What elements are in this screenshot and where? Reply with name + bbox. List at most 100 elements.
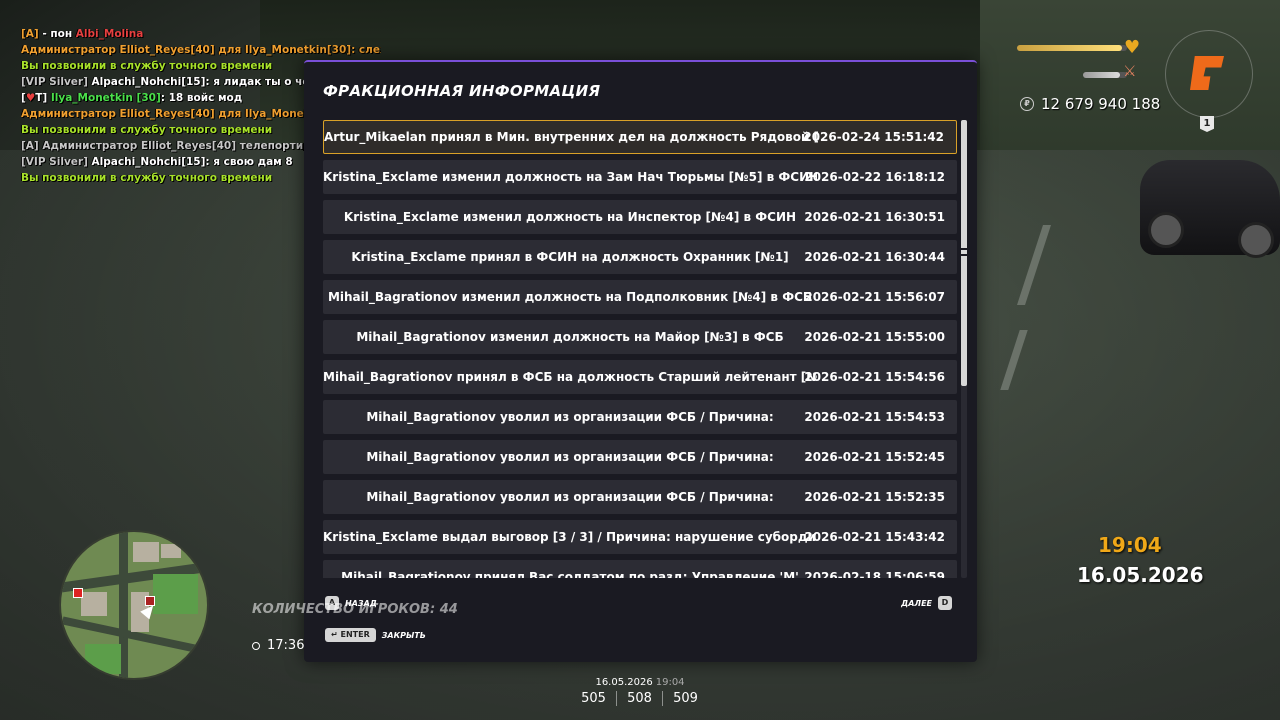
log-row-text: Mihail_Bagrationov изменил должность на …	[356, 330, 784, 344]
chat-fragment: Вы позвонили в службу точного времени	[21, 60, 273, 72]
log-row[interactable]: Kristina_Exclame принял в ФСИН на должно…	[323, 240, 957, 274]
key-enter-icon: ↵ ENTER	[325, 628, 376, 642]
chat-fragment: [A]	[21, 28, 39, 40]
ruble-coin-icon: ₽	[1020, 97, 1034, 111]
map-building	[81, 592, 107, 616]
server-clock-time: 17:36	[267, 638, 305, 653]
log-row-text: Artur_Mikaelan принял в Мин. внутренних …	[324, 130, 818, 144]
faction-info-window: ФРАКЦИОННАЯ ИНФОРМАЦИЯ Artur_Mikaelan пр…	[304, 60, 977, 662]
log-row-text: Mihail_Bagrationov уволил из организации…	[366, 490, 774, 504]
bottom-time: 19:04	[655, 677, 685, 688]
coord-y: 508	[616, 691, 662, 706]
log-row[interactable]: Mihail_Bagrationov уволил из организации…	[323, 400, 957, 434]
chat-line: [A] - пон Albi_Molina	[21, 26, 381, 42]
chat-fragment: ♥	[25, 92, 36, 104]
log-row-text: Mihail_Bagrationov принял в ФСБ на должн…	[323, 370, 817, 384]
log-row-date: 2026-02-21 16:30:44	[804, 250, 945, 264]
map-park	[85, 644, 121, 674]
chat-fragment: T]	[35, 92, 51, 104]
armor-bar	[1083, 72, 1127, 78]
close-button[interactable]: ↵ ENTER ЗАКРЫТЬ	[325, 628, 426, 642]
log-row-date: 2026-02-22 16:18:12	[804, 170, 945, 184]
armor-icon: ⚔	[1123, 62, 1137, 80]
log-row-date: 2026-02-21 15:52:45	[804, 450, 945, 464]
car-wheel	[1148, 212, 1184, 248]
log-row-text: Kristina_Exclame изменил должность на Ин…	[343, 210, 797, 224]
clock-icon	[252, 641, 260, 650]
log-row-text: Mihail_Bagrationov принял Вас солдатом п…	[341, 570, 799, 578]
chat-fragment: Albi_Molina	[75, 28, 144, 40]
server-clock: 17:36	[252, 638, 304, 653]
money-display: ₽ 12 679 940 188	[1020, 95, 1160, 113]
log-row[interactable]: Mihail_Bagrationov принял Вас солдатом п…	[323, 560, 957, 578]
log-row-text: Kristina_Exclame принял в ФСИН на должно…	[351, 250, 789, 264]
log-row-date: 2026-02-21 15:54:53	[804, 410, 945, 424]
log-row-date: 2026-02-21 15:52:35	[804, 490, 945, 504]
chat-fragment: Вы позвонили в службу точного времени	[21, 172, 273, 184]
parked-car	[1140, 160, 1280, 258]
scroll-grip-icon	[961, 248, 967, 256]
bottom-datetime: 16.05.2026 19:04	[570, 677, 710, 688]
scrollbar[interactable]	[961, 120, 967, 578]
log-row[interactable]: Mihail_Bagrationov уволил из организации…	[323, 480, 957, 514]
chat-fragment: [A] Администратор Elliot_Reyes[40] телеп…	[21, 140, 340, 152]
next-button[interactable]: ДАЛЕЕ D	[901, 596, 952, 610]
log-row[interactable]: Mihail_Bagrationov принял в ФСБ на должн…	[323, 360, 957, 394]
minimap	[59, 530, 209, 680]
car-wheel	[1238, 222, 1274, 258]
log-row-date: 2026-02-21 16:30:51	[804, 210, 945, 224]
chat-line: Администратор Elliot_Reyes[40] для Ilya_…	[21, 42, 381, 58]
coordinates: 505 508 509	[571, 691, 708, 706]
log-row-date: 2026-02-21 15:54:56	[804, 370, 945, 384]
log-row-text: Kristina_Exclame изменил должность на За…	[323, 170, 817, 184]
log-row-text: Mihail_Bagrationov изменил должность на …	[327, 290, 813, 304]
heart-icon: ♥	[1124, 37, 1141, 58]
close-label: ЗАКРЫТЬ	[381, 630, 426, 640]
log-row[interactable]: Mihail_Bagrationov изменил должность на …	[323, 280, 957, 314]
log-row[interactable]: Mihail_Bagrationov уволил из организации…	[323, 440, 957, 474]
faction-log-list[interactable]: Artur_Mikaelan принял в Мин. внутренних …	[323, 120, 957, 578]
log-row-text: Mihail_Bagrationov уволил из организации…	[366, 410, 774, 424]
health-bar	[1017, 45, 1127, 51]
chat-fragment: : 18 войс мод	[160, 92, 243, 104]
log-row[interactable]: Kristina_Exclame изменил должность на За…	[323, 160, 957, 194]
log-row[interactable]: Kristina_Exclame изменил должность на Ин…	[323, 200, 957, 234]
map-marker-icon	[73, 588, 83, 598]
chat-fragment: Alpachi_Nohchi[15]: я лидак ты о чем	[91, 76, 319, 88]
players-count-label: КОЛИЧЕСТВО ИГРОКОВ: 44	[252, 602, 458, 617]
chat-fragment: - пон	[38, 28, 76, 40]
chat-fragment: Вы позвонили в службу точного времени	[21, 124, 273, 136]
chat-fragment: [VIP Silver]	[21, 156, 92, 168]
key-d-icon: D	[938, 596, 952, 610]
hud-time: 19:04	[1098, 533, 1162, 557]
log-row[interactable]: Artur_Mikaelan принял в Мин. внутренних …	[323, 120, 957, 154]
map-building	[161, 544, 181, 558]
chat-fragment: Alpachi_Nohchi[15]: я свою дам 8	[91, 156, 293, 168]
log-row-text: Mihail_Bagrationov уволил из организации…	[366, 450, 774, 464]
money-amount: 12 679 940 188	[1041, 95, 1161, 113]
logo-ring	[1165, 30, 1253, 118]
window-title: ФРАКЦИОННАЯ ИНФОРМАЦИЯ	[323, 82, 601, 100]
log-row-date: 2026-02-21 15:55:00	[804, 330, 945, 344]
next-label: ДАЛЕЕ	[901, 598, 932, 608]
log-row-date: 2026-02-21 15:56:07	[804, 290, 945, 304]
hud-date: 16.05.2026	[1077, 563, 1204, 587]
log-row-text: Kristina_Exclame выдал выговор [3 / 3] /…	[323, 530, 817, 544]
coord-z: 509	[662, 691, 708, 706]
bottom-date: 16.05.2026	[595, 677, 653, 688]
log-row-date: 2026-02-24 15:51:42	[803, 130, 944, 144]
level-badge: 1	[1200, 116, 1214, 132]
log-row-date: 2026-02-18 15:06:59	[804, 570, 945, 578]
armor-bar-fill	[1083, 72, 1121, 78]
health-bar-fill	[1017, 45, 1122, 51]
coord-x: 505	[581, 691, 606, 706]
log-row-date: 2026-02-21 15:43:42	[804, 530, 945, 544]
log-row[interactable]: Mihail_Bagrationov изменил должность на …	[323, 320, 957, 354]
chat-fragment: [VIP Silver]	[21, 76, 92, 88]
chat-fragment: Ilya_Monetkin [30]	[50, 92, 161, 104]
map-building	[133, 542, 159, 562]
scrollbar-thumb[interactable]	[961, 120, 967, 386]
map-park	[153, 574, 198, 614]
chat-fragment: Администратор Elliot_Reyes[40] для Ilya_…	[21, 44, 381, 56]
log-row[interactable]: Kristina_Exclame выдал выговор [3 / 3] /…	[323, 520, 957, 554]
